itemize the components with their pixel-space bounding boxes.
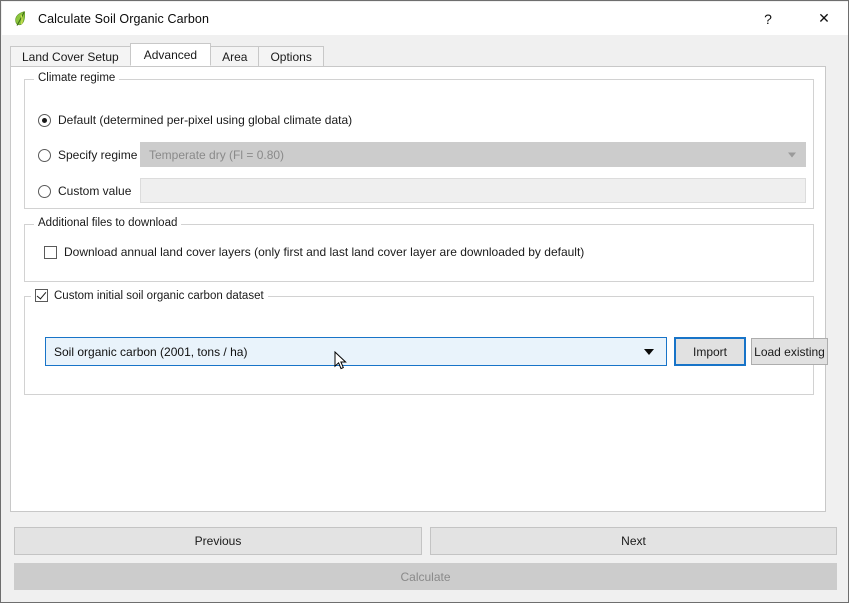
radio-indicator-default[interactable] xyxy=(38,114,51,127)
checkbox-download-annual[interactable]: Download annual land cover layers (only … xyxy=(44,245,584,259)
next-button[interactable]: Next xyxy=(430,527,837,555)
additional-files-group-title: Additional files to download xyxy=(34,217,181,229)
radio-default-regime[interactable]: Default (determined per-pixel using glob… xyxy=(38,111,352,129)
load-existing-button[interactable]: Load existing xyxy=(751,338,828,365)
radio-label-specify: Specify regime xyxy=(58,148,137,162)
tab-land-cover-setup[interactable]: Land Cover Setup xyxy=(10,46,131,66)
tab-area[interactable]: Area xyxy=(210,46,259,66)
climate-regime-group-title: Climate regime xyxy=(34,72,119,84)
window-title: Calculate Soil Organic Carbon xyxy=(38,12,209,26)
climate-regime-combo-value: Temperate dry (Fl = 0.80) xyxy=(149,148,284,162)
checkbox-indicator-download-annual[interactable] xyxy=(44,246,57,259)
radio-specify-regime[interactable]: Specify regime xyxy=(38,146,137,164)
climate-regime-group: Climate regime Default (determined per-p… xyxy=(24,79,814,209)
leaf-icon xyxy=(12,10,29,27)
radio-indicator-specify[interactable] xyxy=(38,149,51,162)
import-button[interactable]: Import xyxy=(674,337,746,366)
radio-custom-value[interactable]: Custom value xyxy=(38,182,131,200)
soc-dataset-combo-value: Soil organic carbon (2001, tons / ha) xyxy=(54,345,247,359)
tab-advanced[interactable]: Advanced xyxy=(130,43,211,66)
radio-label-default: Default (determined per-pixel using glob… xyxy=(58,113,352,127)
previous-button[interactable]: Previous xyxy=(14,527,422,555)
close-button[interactable]: ✕ xyxy=(801,2,847,35)
climate-regime-combo: Temperate dry (Fl = 0.80) xyxy=(140,142,806,167)
tab-options[interactable]: Options xyxy=(258,46,323,66)
dialog-window: Calculate Soil Organic Carbon ? ✕ Land C… xyxy=(0,0,849,603)
checkbox-label-download-annual: Download annual land cover layers (only … xyxy=(64,245,584,259)
help-button[interactable]: ? xyxy=(745,2,791,35)
custom-soc-group-title[interactable]: Custom initial soil organic carbon datas… xyxy=(31,289,268,302)
custom-value-input xyxy=(140,178,806,203)
tab-bar: Land Cover Setup Advanced Area Options xyxy=(10,44,323,66)
tab-content-panel: Climate regime Default (determined per-p… xyxy=(10,66,826,512)
soc-dataset-combo[interactable]: Soil organic carbon (2001, tons / ha) xyxy=(45,337,667,366)
checkbox-indicator-custom-soc[interactable] xyxy=(35,289,48,302)
chevron-down-icon xyxy=(644,349,654,355)
radio-indicator-custom[interactable] xyxy=(38,185,51,198)
title-bar: Calculate Soil Organic Carbon ? ✕ xyxy=(2,2,849,35)
calculate-button: Calculate xyxy=(14,563,837,590)
custom-soc-group: Custom initial soil organic carbon datas… xyxy=(24,296,814,395)
radio-label-custom: Custom value xyxy=(58,184,131,198)
additional-files-group: Additional files to download Download an… xyxy=(24,224,814,282)
custom-soc-group-label: Custom initial soil organic carbon datas… xyxy=(54,290,264,302)
chevron-down-icon xyxy=(788,152,796,157)
